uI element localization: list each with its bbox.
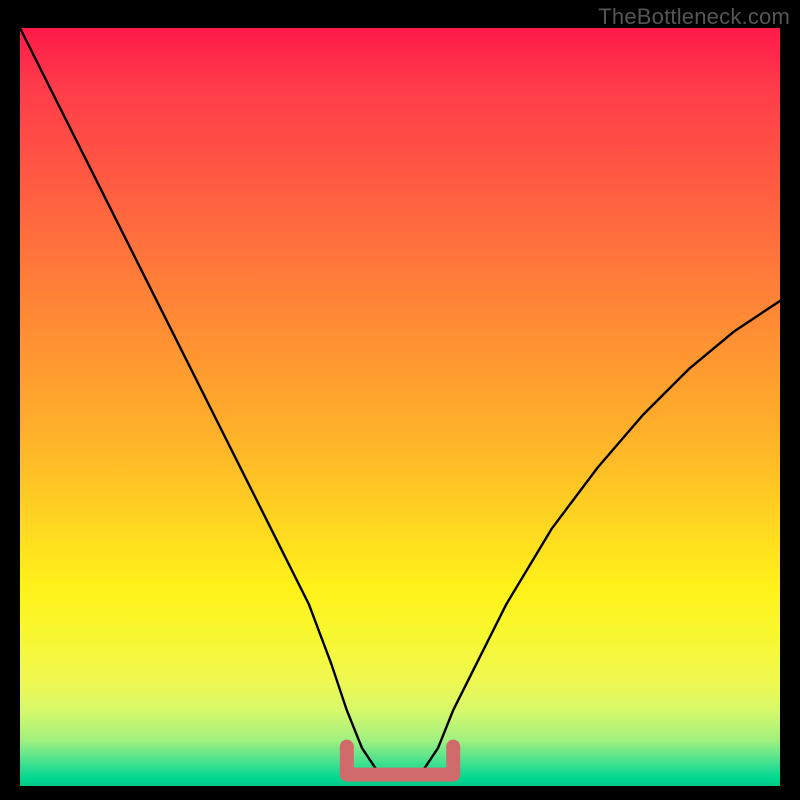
plot-area (20, 28, 780, 786)
bottleneck-curve (20, 28, 780, 778)
watermark-text: TheBottleneck.com (598, 4, 790, 30)
chart-frame: TheBottleneck.com (0, 0, 800, 800)
curve-layer (20, 28, 780, 786)
